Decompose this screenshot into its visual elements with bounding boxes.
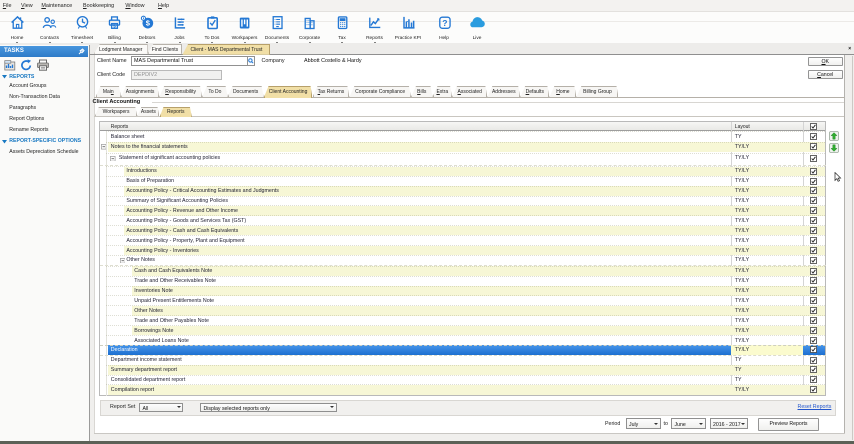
svg-text:?: ? (442, 18, 447, 28)
svg-text:$: $ (113, 24, 116, 30)
